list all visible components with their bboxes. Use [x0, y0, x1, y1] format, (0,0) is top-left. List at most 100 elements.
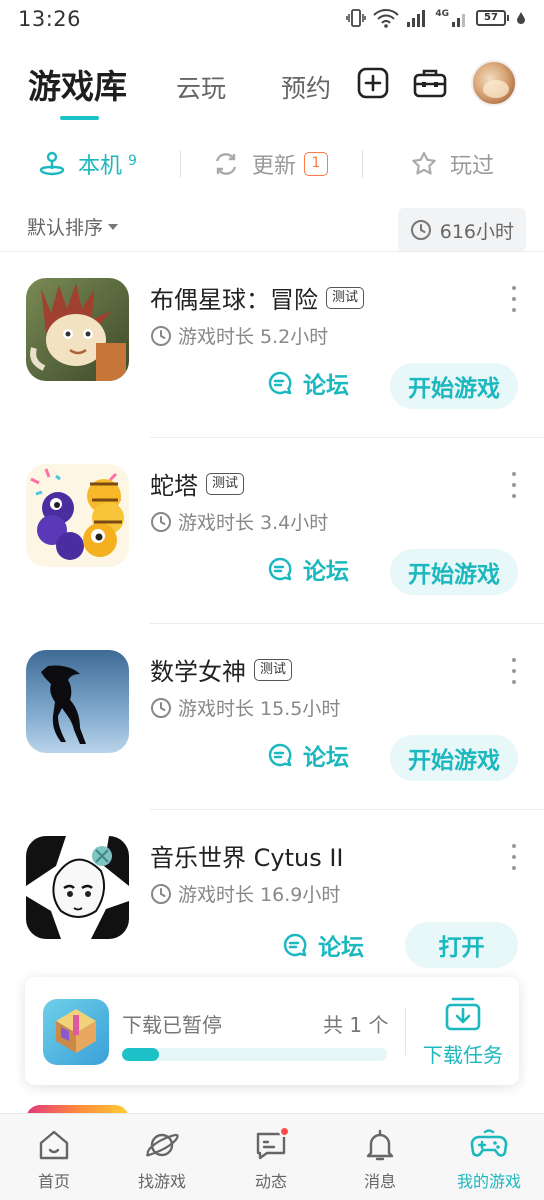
- start-game-button[interactable]: 开始游戏: [390, 735, 518, 781]
- subtab-divider: [180, 150, 181, 178]
- bell-icon: [366, 1129, 394, 1161]
- avatar[interactable]: [471, 60, 517, 106]
- clock-icon: [151, 697, 171, 718]
- subtab-local[interactable]: 本机 9: [38, 148, 137, 180]
- forum-label: 论坛: [303, 745, 349, 771]
- game-title-text: 布偶星球：冒险: [150, 286, 318, 314]
- refresh-icon: [215, 153, 237, 175]
- game-icon-snake-tower[interactable]: [26, 464, 129, 567]
- game-playtime: 游戏时长 3.4小时: [150, 508, 328, 535]
- game-playtime-text: 游戏时长 15.5小时: [178, 698, 341, 720]
- tab-reservations[interactable]: 预约: [281, 69, 331, 105]
- test-tag: 测试: [326, 286, 365, 309]
- nav-feed[interactable]: 动态: [217, 1126, 325, 1192]
- sort-dropdown[interactable]: 默认排序: [27, 213, 119, 240]
- game-title: 蛇塔 测试: [150, 466, 245, 501]
- divider: [405, 1007, 406, 1055]
- subtab-played[interactable]: 玩过: [410, 148, 494, 180]
- start-game-button[interactable]: 开始游戏: [390, 549, 518, 595]
- game-playtime-text: 游戏时长 16.9小时: [178, 884, 341, 906]
- more-options-icon[interactable]: [506, 472, 522, 498]
- game-title: 数学女神 测试: [150, 652, 293, 687]
- game-list-item[interactable]: 数学女神 测试 游戏时长 15.5小时 论坛 开始游戏: [0, 624, 544, 810]
- game-title: 音乐世界 Cytus II: [150, 838, 344, 873]
- game-title: 布偶星球：冒险 测试: [150, 280, 365, 315]
- tab-game-library[interactable]: 游戏库: [28, 60, 127, 108]
- download-bar[interactable]: 下载已暂停 共 1 个 下载任务: [25, 977, 519, 1085]
- nav-home[interactable]: 首页: [0, 1128, 108, 1192]
- nav-feed-label: 动态: [254, 1172, 287, 1191]
- subtab-update[interactable]: 更新 1: [212, 148, 329, 180]
- forum-button[interactable]: 论坛: [282, 928, 364, 962]
- game-list-item[interactable]: 布偶星球：冒险 测试 游戏时长 5.2小时 论坛 开始游戏: [0, 252, 544, 438]
- add-box-icon[interactable]: [356, 66, 390, 100]
- tab-cloud-play[interactable]: 云玩: [176, 69, 226, 105]
- game-title-text: 音乐世界 Cytus II: [150, 844, 344, 872]
- battery-level: 57: [476, 10, 506, 26]
- game-icon-cytus-ii[interactable]: [26, 836, 129, 939]
- game-list-item[interactable]: 蛇塔 测试 游戏时长 3.4小时 论坛 开始游戏: [0, 438, 544, 624]
- subtab-divider: [362, 150, 363, 178]
- more-options-icon[interactable]: [506, 286, 522, 312]
- subtab-update-label: 更新: [252, 154, 297, 179]
- clock-icon: [410, 220, 431, 240]
- sort-row: 默认排序 616小时: [0, 205, 544, 252]
- gamepad-icon: [470, 1129, 508, 1157]
- game-playtime-text: 游戏时长 3.4小时: [178, 512, 329, 534]
- game-title-text: 蛇塔: [150, 472, 198, 500]
- nav-my-games-label: 我的游戏: [456, 1172, 521, 1191]
- status-bar: 13:26 4G 57: [0, 0, 544, 40]
- sort-label: 默认排序: [27, 217, 104, 239]
- battery-icon: 57: [476, 10, 509, 26]
- vibrate-icon: [346, 9, 367, 27]
- home-icon: [39, 1130, 69, 1160]
- forum-button[interactable]: 论坛: [267, 552, 349, 586]
- nav-find-games[interactable]: 找游戏: [108, 1128, 216, 1192]
- nav-my-games[interactable]: 我的游戏: [435, 1128, 543, 1192]
- forum-label: 论坛: [318, 935, 364, 961]
- total-playtime[interactable]: 616小时: [397, 208, 526, 252]
- clock-icon: [151, 883, 171, 904]
- open-game-button[interactable]: 打开: [405, 922, 518, 968]
- forum-button[interactable]: 论坛: [267, 366, 349, 400]
- game-list-item[interactable]: 音乐世界 Cytus II 游戏时长 16.9小时 论坛 打开: [0, 810, 544, 996]
- forum-icon: [283, 933, 307, 957]
- total-playtime-value: 616小时: [439, 220, 514, 243]
- caret-down-icon: [108, 223, 119, 230]
- charging-drop-icon: [517, 12, 525, 24]
- signal-icon: [407, 10, 426, 27]
- download-game-icon: [43, 999, 109, 1065]
- more-options-icon[interactable]: [506, 844, 522, 870]
- status-time: 13:26: [18, 7, 82, 31]
- game-icon-math-goddess[interactable]: [26, 650, 129, 753]
- status-icons: 4G 57: [346, 8, 526, 28]
- nav-home-label: 首页: [37, 1172, 70, 1191]
- forum-button[interactable]: 论坛: [267, 738, 349, 772]
- star-icon: [412, 151, 436, 175]
- nav-messages-label: 消息: [363, 1172, 396, 1191]
- update-badge: 1: [304, 152, 329, 176]
- forum-label: 论坛: [303, 559, 349, 585]
- toolbox-icon[interactable]: [412, 66, 447, 100]
- header: 游戏库 云玩 预约: [0, 52, 544, 122]
- test-tag: 测试: [206, 472, 245, 495]
- download-tray-icon: [445, 997, 481, 1031]
- game-title-text: 数学女神: [150, 658, 246, 686]
- clock-icon: [151, 511, 171, 532]
- forum-label: 论坛: [303, 373, 349, 399]
- wifi-icon: [373, 9, 400, 28]
- forum-icon: [268, 371, 292, 395]
- bottom-nav: 首页 找游戏 动态 消息 我的游戏: [0, 1113, 544, 1200]
- planet-icon: [146, 1133, 179, 1157]
- forum-icon: [268, 557, 292, 581]
- more-options-icon[interactable]: [506, 658, 522, 684]
- game-playtime: 游戏时长 16.9小时: [150, 880, 340, 907]
- game-playtime-text: 游戏时长 5.2小时: [178, 326, 329, 348]
- game-icon-ragdoll-planet[interactable]: [26, 278, 129, 381]
- download-tasks-button[interactable]: 下载任务: [417, 995, 509, 1068]
- nav-messages[interactable]: 消息: [326, 1128, 434, 1192]
- start-game-button[interactable]: 开始游戏: [390, 363, 518, 409]
- notification-dot: [279, 1126, 290, 1137]
- download-tasks-label: 下载任务: [423, 1043, 503, 1067]
- download-progress-fill: [122, 1048, 160, 1061]
